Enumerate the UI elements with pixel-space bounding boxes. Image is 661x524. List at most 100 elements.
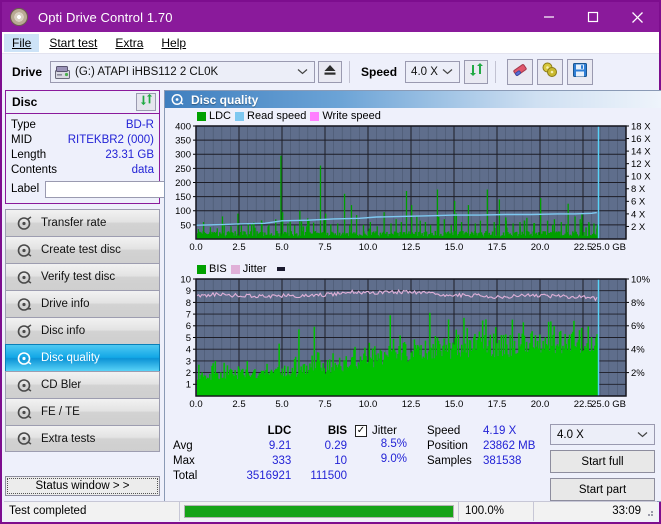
disc-label-row: Label: [11, 179, 248, 199]
speed-value: 4.0 X: [411, 66, 438, 78]
start-part-button[interactable]: Start part: [550, 478, 655, 501]
row-label-total: Total: [173, 469, 198, 482]
disc-panel-title: Disc: [12, 95, 38, 109]
close-button[interactable]: [615, 2, 659, 32]
svg-text:18 X: 18 X: [631, 121, 651, 132]
max-bis-value: 10: [334, 454, 347, 467]
status-message: Test completed: [4, 501, 180, 521]
row-label-avg: Avg: [173, 439, 193, 452]
sidebar-item-verify-test-disc[interactable]: Verify test disc: [5, 263, 160, 290]
bis-chart-legend: BIS Jitter: [197, 263, 285, 275]
sidebar-item-extra-tests[interactable]: Extra tests: [5, 425, 160, 452]
svg-text:6: 6: [186, 321, 191, 332]
svg-text:4%: 4%: [631, 345, 645, 356]
svg-text:16 X: 16 X: [631, 134, 651, 145]
disc-refresh-button[interactable]: [136, 93, 156, 111]
menu-help[interactable]: Help: [153, 34, 194, 52]
svg-text:15.0: 15.0: [445, 242, 464, 253]
disc-rows: Type BD-R MID RITEKBR2 (000) Length 23.3…: [6, 114, 248, 203]
drive-select[interactable]: (G:) ATAPI iHBS112 2 CL0K: [50, 61, 316, 83]
drive-value: (G:) ATAPI iHBS112 2 CL0K: [75, 66, 219, 78]
sidebar-label: Extra tests: [41, 432, 96, 445]
table-row: Max 333 10: [173, 453, 353, 468]
drive-icon: [55, 65, 71, 79]
menu-file-label: File: [12, 35, 32, 50]
speed-stat-value: 4.19 X: [483, 424, 517, 437]
svg-text:1: 1: [186, 380, 191, 391]
svg-text:15.0: 15.0: [445, 399, 464, 410]
status-window-button[interactable]: Status window > >: [5, 476, 160, 496]
gold-discs-icon: [541, 62, 559, 83]
svg-text:50: 50: [180, 220, 191, 231]
sidebar-label: Verify test disc: [41, 271, 116, 283]
samples-stat-value: 381538: [483, 454, 522, 467]
bis-chart: BIS Jitter 0.0 2.5 5.0 7.5 10.0 12.5 15.0 17.5 2…: [167, 262, 659, 419]
table-row: Speed 4.19 X: [427, 423, 547, 438]
svg-text:22.5: 22.5: [574, 242, 593, 253]
refresh-icon: [140, 93, 153, 111]
total-bis-value: 111500: [310, 469, 347, 482]
disc-test-icon: [13, 405, 35, 420]
jitter-avg-value: 8.5%: [380, 438, 407, 450]
disc-test-icon: [13, 243, 35, 258]
disc-info-panel: Disc Type BD-R MID RITEKBR2 (000) Length…: [5, 90, 248, 204]
bookmark-button[interactable]: [537, 59, 564, 85]
position-stat-label: Position: [427, 439, 468, 452]
start-full-button[interactable]: Start full: [550, 450, 655, 473]
menu-file[interactable]: File: [4, 33, 40, 52]
disc-test-icon: [13, 297, 35, 312]
svg-text:20.0: 20.0: [531, 399, 550, 410]
svg-text:2: 2: [186, 368, 191, 379]
menu-extra[interactable]: Extra: [107, 34, 151, 52]
charts-container: LDC Read speed Write speed 0.0 2.5 5.0 7.5 1…: [165, 108, 661, 419]
sidebar-label: Disc quality: [41, 352, 100, 364]
disc-label-caption: Label: [11, 183, 40, 195]
sidebar-item-fe-te[interactable]: FE / TE: [5, 398, 160, 425]
title-bar: Opti Drive Control 1.70: [2, 2, 659, 32]
drive-label: Drive: [12, 65, 43, 79]
jitter-checkbox[interactable]: ✓: [355, 424, 367, 437]
resize-grip-icon[interactable]: [643, 506, 655, 518]
refresh-icon: [469, 62, 484, 82]
disc-test-icon: [13, 215, 35, 231]
sidebar-item-disc-quality[interactable]: Disc quality: [5, 344, 160, 371]
disc-contents-value: data: [131, 163, 154, 176]
menu-start-test[interactable]: Start test: [41, 34, 105, 52]
start-full-label: Start full: [581, 455, 624, 468]
jitter-checkbox-row[interactable]: ✓ Jitter: [355, 423, 421, 438]
svg-text:350: 350: [175, 136, 191, 147]
disc-test-icon: [13, 431, 35, 446]
minimize-button[interactable]: [527, 2, 571, 32]
disc-test-icon: [13, 270, 35, 285]
chevron-down-icon: [637, 429, 648, 441]
progress-cell: [180, 501, 459, 521]
menu-extra-label: Extra: [115, 35, 144, 50]
menu-start-test-label: Start test: [49, 35, 98, 50]
test-speed-select[interactable]: 4.0 X: [550, 424, 655, 445]
toolbar-divider-2: [495, 61, 497, 83]
sidebar-item-cd-bler[interactable]: CD Bler: [5, 371, 160, 398]
disc-length-value: 23.31 GB: [105, 148, 154, 161]
panel-title: Disc quality: [191, 92, 259, 107]
disc-length-label: Length: [11, 148, 47, 161]
svg-text:7.5: 7.5: [318, 242, 331, 253]
svg-text:7.5: 7.5: [318, 399, 331, 410]
sidebar-item-disc-info[interactable]: Disc info: [5, 317, 160, 344]
legend-label-jitter: Jitter: [242, 263, 267, 275]
svg-text:7: 7: [186, 310, 191, 321]
svg-text:25.0 GB: 25.0 GB: [591, 399, 626, 410]
progress-bar: [184, 504, 454, 518]
eject-button[interactable]: [318, 61, 343, 83]
table-row: Avg 9.21 0.29: [173, 438, 353, 453]
sidebar-item-create-test-disc[interactable]: Create test disc: [5, 236, 160, 263]
erase-button[interactable]: [507, 59, 534, 85]
panel-header: Disc quality: [165, 91, 661, 108]
sidebar-item-drive-info[interactable]: Drive info: [5, 290, 160, 317]
disc-panel-header: Disc: [6, 91, 159, 114]
disc-contents-label: Contents: [11, 163, 58, 176]
refresh-button[interactable]: [464, 60, 489, 84]
save-button[interactable]: [567, 59, 594, 85]
maximize-button[interactable]: [571, 2, 615, 32]
speed-select[interactable]: 4.0 X: [405, 61, 461, 83]
sidebar-item-transfer-rate[interactable]: Transfer rate: [5, 209, 160, 236]
